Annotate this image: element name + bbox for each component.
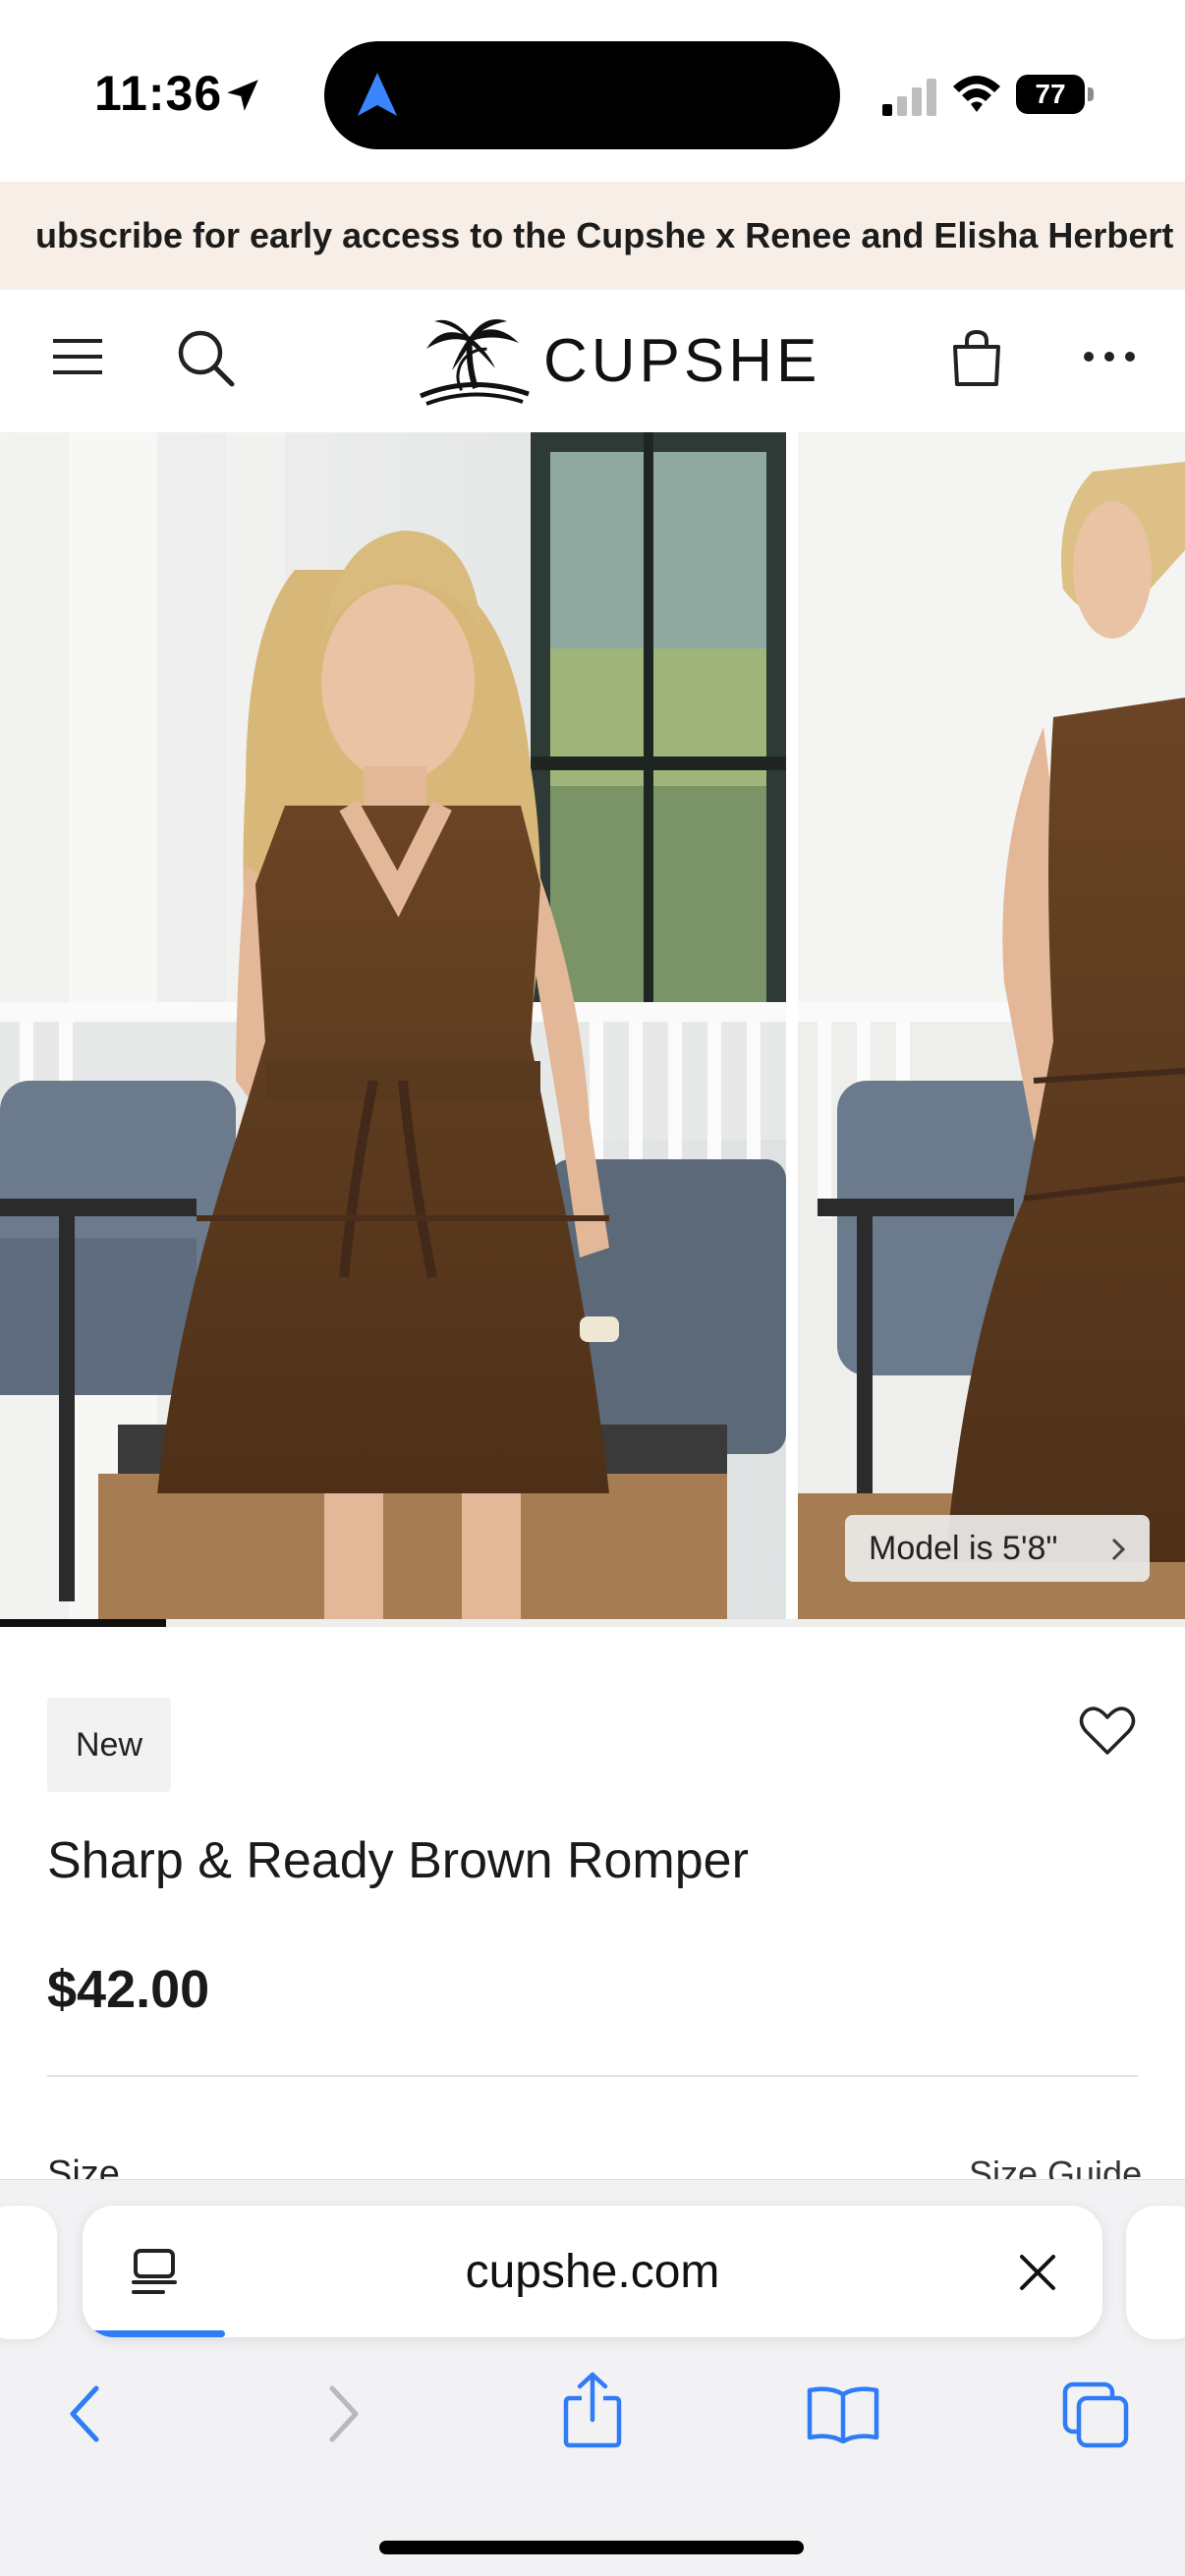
product-photo-front[interactable]	[0, 432, 786, 1619]
bookmarks-icon[interactable]	[806, 2384, 880, 2443]
product-image-gallery[interactable]: Model is 5'8"	[0, 432, 1185, 1619]
cellular-signal-icon	[882, 79, 936, 116]
product-title: Sharp & Ready Brown Romper	[47, 1832, 749, 1889]
product-price: $42.00	[47, 1960, 210, 2019]
menu-icon[interactable]	[53, 335, 102, 378]
brand-logo[interactable]: CUPSHE	[413, 313, 820, 408]
tabs-icon[interactable]	[1061, 2380, 1130, 2449]
model-size-button[interactable]: Model is 5'8"	[845, 1515, 1150, 1582]
dynamic-island	[324, 41, 840, 149]
more-options-icon[interactable]	[1081, 349, 1138, 364]
promo-banner[interactable]: ubscribe for early access to the Cupshe …	[0, 182, 1185, 290]
brand-name: CUPSHE	[543, 326, 821, 395]
gallery-progress-track	[0, 1619, 1185, 1627]
navigation-app-icon	[357, 73, 398, 116]
shopping-bag-icon[interactable]	[951, 329, 1002, 386]
clock-time: 11:36	[94, 66, 223, 121]
chevron-right-icon	[1111, 1538, 1126, 1561]
wishlist-heart-icon[interactable]	[1079, 1706, 1136, 1757]
battery-level: 77	[1016, 75, 1085, 114]
browser-nav-row	[0, 2363, 1185, 2471]
product-photo-back[interactable]	[798, 432, 1185, 1619]
new-badge: New	[47, 1698, 171, 1792]
stop-loading-icon[interactable]	[1018, 2253, 1057, 2292]
next-tab-peek[interactable]	[1126, 2206, 1185, 2339]
site-header: CUPSHE	[0, 290, 1185, 432]
battery-tip	[1088, 87, 1094, 101]
battery-indicator: 77	[1016, 75, 1095, 114]
previous-tab-peek[interactable]	[0, 2206, 57, 2339]
back-icon[interactable]	[65, 2382, 104, 2445]
address-bar[interactable]: cupshe.com	[83, 2206, 1102, 2337]
wifi-icon	[953, 76, 1000, 112]
status-bar: 11:36 77	[0, 0, 1185, 182]
home-indicator[interactable]	[379, 2541, 804, 2554]
model-size-label: Model is 5'8"	[869, 1529, 1058, 1567]
share-icon[interactable]	[560, 2371, 625, 2449]
url-text: cupshe.com	[465, 2246, 720, 2298]
promo-text: ubscribe for early access to the Cupshe …	[35, 215, 1174, 255]
palm-tree-icon	[420, 319, 530, 406]
page-load-progress	[83, 2330, 226, 2337]
forward-icon[interactable]	[324, 2382, 364, 2445]
search-icon[interactable]	[175, 327, 236, 388]
gallery-progress-fill	[0, 1619, 166, 1627]
location-arrow-icon	[227, 80, 258, 111]
browser-toolbar: cupshe.com	[0, 2179, 1185, 2576]
section-divider	[47, 2075, 1138, 2077]
